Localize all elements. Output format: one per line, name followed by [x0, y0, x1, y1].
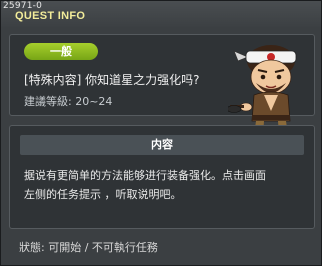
quest-content-panel: 内容 据说有更简单的方法能够进行装备强化。点击画面 左侧的任务提示 ，听取说明吧…: [9, 125, 315, 229]
quest-title: [特殊内容] 你知道星之力强化吗?: [24, 73, 200, 87]
quest-summary-panel: 一般 [特殊内容] 你知道星之力强化吗? 建議等級: 20~24: [9, 34, 315, 142]
quest-info-window: 25971-0 QUEST INFO 一般 [特殊内容] 你知道星之力强化吗? …: [0, 0, 322, 266]
window-title: QUEST INFO: [15, 10, 86, 22]
description-line-1: 据说有更简单的方法能够进行装备强化。点击画面: [24, 169, 266, 182]
content-section-header: 内容: [20, 135, 304, 155]
quest-category-badge: 一般: [24, 43, 98, 60]
quest-status-label: 狀態: 可開始 / 不可執行任務: [19, 241, 158, 254]
quest-description: 据说有更简单的方法能够进行装备强化。点击画面 左侧的任务提示 ，听取说明吧。: [24, 166, 306, 204]
title-bar[interactable]: 25971-0 QUEST INFO: [1, 1, 321, 27]
description-line-2: 左侧的任务提示 ，听取说明吧。: [24, 188, 182, 201]
recommended-level: 建議等級: 20~24: [24, 95, 113, 108]
